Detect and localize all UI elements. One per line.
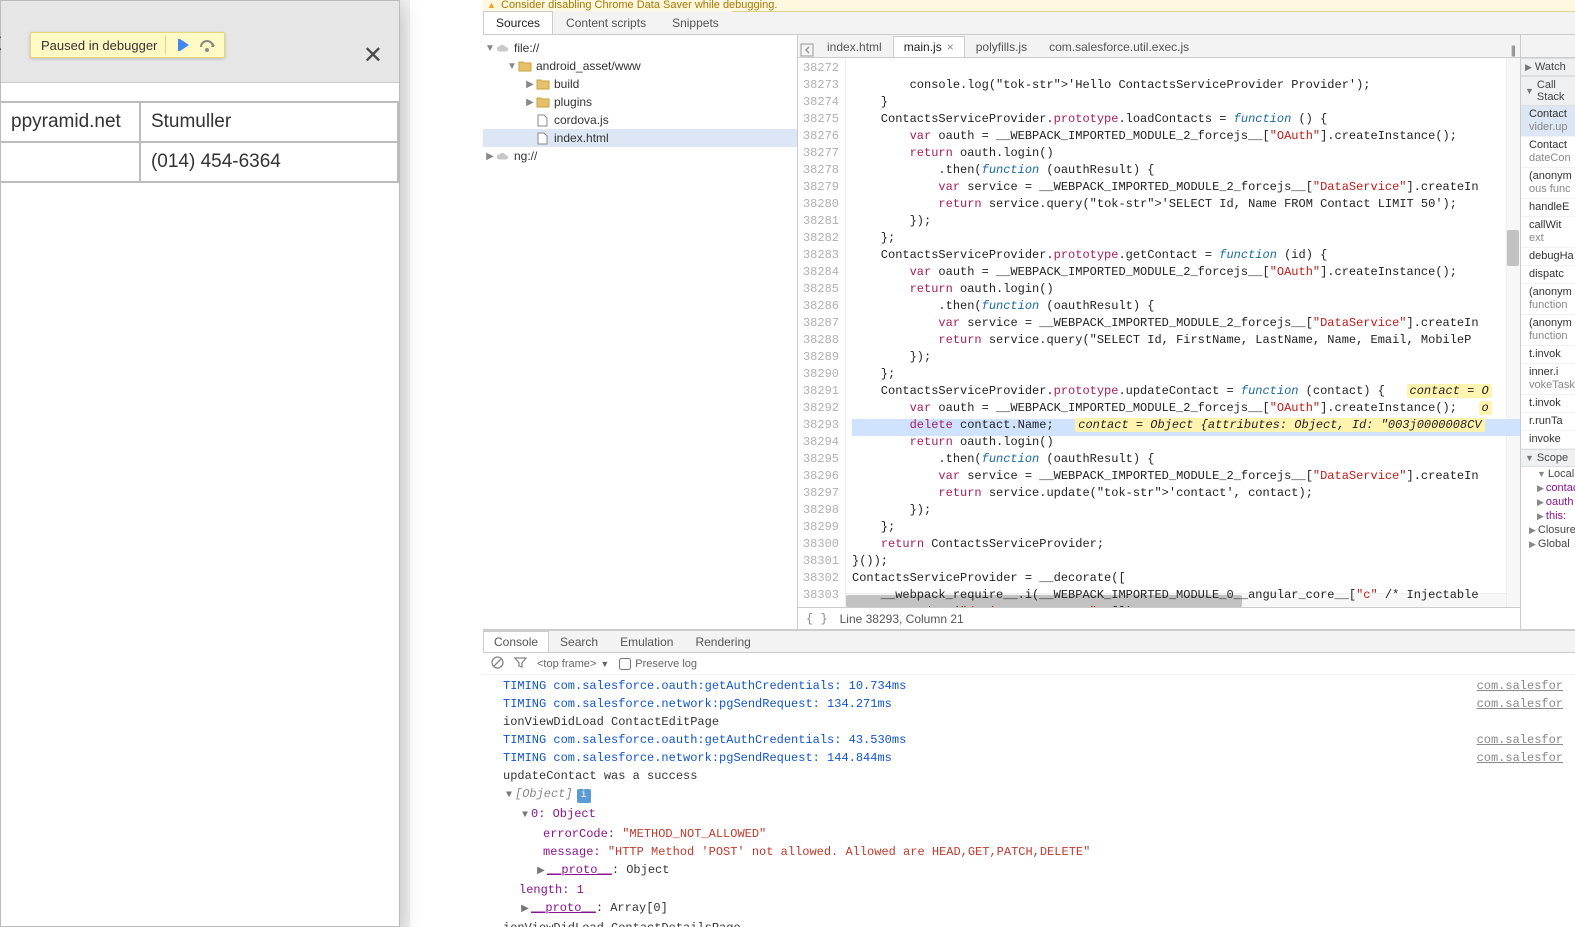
scope-var[interactable]: ▶this:: [1521, 509, 1575, 523]
drawer-tab-search[interactable]: Search: [549, 631, 609, 652]
tree-file[interactable]: index.html: [483, 129, 797, 147]
console-source-link[interactable]: com.salesfor: [1477, 731, 1567, 749]
callstack-frame[interactable]: t.invok: [1521, 395, 1575, 413]
table-row: ppyramid.net Stumuller: [1, 102, 398, 142]
callstack-frame[interactable]: (anonymfunction: [1521, 315, 1575, 346]
callstack-frame[interactable]: handleE: [1521, 199, 1575, 217]
callstack-frame[interactable]: (anonymous func: [1521, 168, 1575, 199]
scope-header[interactable]: ▼Scope: [1521, 449, 1575, 467]
console-message[interactable]: ionViewDidLoad ContactDetailsPage: [483, 919, 1575, 927]
cursor-position: Line 38293, Column 21: [840, 612, 964, 626]
tab-snippets[interactable]: Snippets: [659, 11, 732, 34]
callstack-frame[interactable]: r.runTa: [1521, 413, 1575, 431]
console-message[interactable]: TIMING com.salesforce.network:pgSendRequ…: [483, 695, 1575, 713]
cell-empty: [1, 142, 140, 182]
console-message[interactable]: updateContact was a success: [483, 767, 1575, 785]
console-source-link[interactable]: com.salesfor: [1477, 677, 1567, 695]
step-over-icon[interactable]: [198, 36, 216, 54]
cell-email: ppyramid.net: [1, 102, 140, 142]
scope-var[interactable]: ▶oauth: [1521, 495, 1575, 509]
callstack-frame[interactable]: callWitext: [1521, 217, 1575, 248]
file-tab[interactable]: main.js×: [893, 36, 965, 57]
folder-icon: [517, 59, 532, 73]
console-toolbar: <top frame>▼ Preserve log: [483, 653, 1575, 675]
console-source-link[interactable]: com.salesfor: [1477, 749, 1567, 767]
filter-icon[interactable]: [514, 656, 527, 672]
tree-folder[interactable]: ▶plugins: [483, 93, 797, 111]
pretty-print-icon[interactable]: { }: [806, 612, 828, 626]
callstack-frame[interactable]: t.invok: [1521, 346, 1575, 364]
file-tab[interactable]: com.salesforce.util.exec.js: [1038, 36, 1200, 57]
info-badge-icon: i: [577, 789, 591, 803]
editor-status-bar: { } Line 38293, Column 21: [798, 607, 1520, 629]
callstack-frame[interactable]: Contactvider.up: [1521, 106, 1575, 137]
cell-name: Stumuller: [140, 102, 398, 142]
file-icon: [535, 131, 550, 145]
more-icon[interactable]: |||: [1511, 43, 1514, 57]
tree-folder[interactable]: ▶build: [483, 75, 797, 93]
tree-file[interactable]: cordova.js: [483, 111, 797, 129]
console-message[interactable]: TIMING com.salesforce.oauth:getAuthCrede…: [483, 677, 1575, 695]
table-row: (014) 454-6364: [1, 142, 398, 182]
console-message[interactable]: TIMING com.salesforce.oauth:getAuthCrede…: [483, 731, 1575, 749]
nav-back-icon[interactable]: [798, 43, 816, 57]
emulated-app-window: ct ✕ ppyramid.net Stumuller (014) 454-63…: [0, 0, 400, 927]
tree-root[interactable]: ▼ file://: [483, 39, 797, 57]
tab-sources[interactable]: Sources: [483, 11, 553, 34]
debugger-sidebar: ▶Watch ▼Call Stack Contactvider.upContac…: [1520, 35, 1575, 629]
tree-root-ng[interactable]: ▶ ng://: [483, 147, 797, 165]
paused-in-debugger-badge: Paused in debugger: [30, 32, 225, 58]
watch-header[interactable]: ▶Watch: [1521, 58, 1575, 76]
file-tab[interactable]: index.html: [816, 36, 893, 57]
callstack-frame[interactable]: ContactdateCon: [1521, 137, 1575, 168]
drawer-tabstrip: Console Search Emulation Rendering: [483, 631, 1575, 653]
drawer-tab-emulation[interactable]: Emulation: [609, 631, 684, 652]
callstack-frame[interactable]: dispatc: [1521, 266, 1575, 284]
file-tab-strip: index.htmlmain.js×polyfills.jscom.salesf…: [798, 35, 1520, 58]
tree-folder[interactable]: ▼android_asset/www: [483, 57, 797, 75]
callstack-frame[interactable]: debugHa: [1521, 248, 1575, 266]
console-output[interactable]: TIMING com.salesforce.oauth:getAuthCrede…: [483, 675, 1575, 927]
callstack-frame[interactable]: invoke: [1521, 431, 1575, 449]
source-code-view[interactable]: 3827238273382743827538276382773827838279…: [798, 58, 1520, 607]
origin-icon: [495, 149, 510, 163]
drawer-tab-console[interactable]: Console: [483, 631, 549, 652]
paused-label: Paused in debugger: [41, 38, 157, 53]
console-source-link[interactable]: com.salesfor: [1477, 695, 1567, 713]
scope-closure-header[interactable]: ▶Closure: [1521, 523, 1575, 537]
file-tree[interactable]: ▼ file:// ▼android_asset/www▶build▶plugi…: [483, 35, 798, 629]
file-tab[interactable]: polyfills.js: [965, 36, 1038, 57]
resume-icon[interactable]: [176, 36, 194, 54]
scope-local-header[interactable]: ▼Local: [1521, 467, 1575, 481]
frame-selector[interactable]: <top frame>▼: [537, 658, 609, 670]
cell-phone: (014) 454-6364: [140, 142, 398, 182]
contact-table: ppyramid.net Stumuller (014) 454-6364: [1, 101, 399, 183]
preserve-log-checkbox[interactable]: Preserve log: [619, 658, 697, 670]
console-drawer: Console Search Emulation Rendering <top …: [483, 629, 1575, 927]
sources-tabstrip: Sources Content scripts Snippets: [483, 12, 1575, 35]
console-message[interactable]: TIMING com.salesforce.network:pgSendRequ…: [483, 749, 1575, 767]
folder-icon: [535, 77, 550, 91]
origin-icon: [495, 41, 510, 55]
callstack-header[interactable]: ▼Call Stack: [1521, 76, 1575, 106]
app-title: ct: [0, 26, 1, 57]
file-icon: [535, 113, 550, 127]
callstack-frame[interactable]: (anonymfunction: [1521, 284, 1575, 315]
scope-var[interactable]: ▶contact: [1521, 481, 1575, 495]
callstack-frame[interactable]: inner.ivokeTask: [1521, 364, 1575, 395]
folder-icon: [535, 95, 550, 109]
close-icon[interactable]: ✕: [363, 41, 383, 70]
close-tab-icon[interactable]: ×: [947, 40, 954, 54]
clear-console-icon[interactable]: [491, 656, 504, 672]
scope-global-header[interactable]: ▶Global: [1521, 537, 1575, 551]
tab-content-scripts[interactable]: Content scripts: [553, 11, 659, 34]
drawer-tab-rendering[interactable]: Rendering: [684, 631, 761, 652]
console-message[interactable]: ionViewDidLoad ContactEditPage: [483, 713, 1575, 731]
